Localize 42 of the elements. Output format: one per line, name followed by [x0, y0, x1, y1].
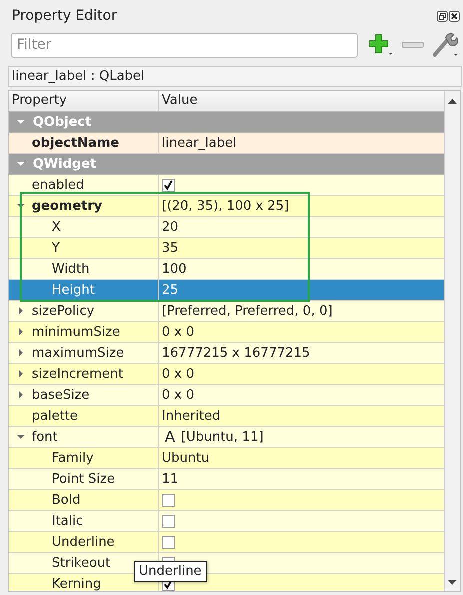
- panel-title: Property Editor: [12, 8, 118, 24]
- category-name: QObject: [33, 114, 92, 130]
- property-name: Y: [52, 240, 60, 256]
- property-name: Underline: [52, 534, 115, 550]
- property-value: Ubuntu: [162, 450, 210, 466]
- property-value: 20: [162, 220, 179, 234]
- property-name: Kerning: [52, 576, 102, 591]
- property-name: geometry: [32, 198, 103, 214]
- property-value: 0 x 0: [162, 324, 194, 340]
- property-value: Inherited: [162, 408, 221, 424]
- tooltip: Underline: [134, 561, 207, 582]
- object-label: linear_label : QLabel: [8, 66, 462, 87]
- property-name: Italic: [52, 514, 84, 528]
- property-name: sizeIncrement: [32, 366, 124, 382]
- property-name: minimumSize: [32, 324, 120, 340]
- property-value: 0 x 0: [162, 366, 194, 382]
- property-name: enabled: [32, 178, 84, 192]
- property-name: palette: [32, 408, 78, 424]
- property-value: [(20, 35), 100 x 25]: [162, 198, 290, 214]
- property-name: X: [52, 220, 61, 234]
- property-name: baseSize: [32, 388, 90, 402]
- property-name: Strikeout: [52, 556, 111, 570]
- property-name: Width: [52, 262, 90, 276]
- property-value: 25: [162, 282, 179, 298]
- property-value: 0 x 0: [162, 388, 194, 402]
- property-value: 100: [162, 262, 187, 276]
- property-name: Family: [52, 450, 94, 466]
- property-value: 11: [162, 472, 179, 486]
- property-value: 16777215 x 16777215: [162, 346, 310, 360]
- property-value: [Preferred, Preferred, 0, 0]: [162, 304, 333, 318]
- property-value: 35: [162, 240, 179, 256]
- property-value: [Ubuntu, 11]: [181, 430, 264, 444]
- category-name: QWidget: [33, 156, 96, 172]
- property-name: Bold: [52, 492, 81, 508]
- property-name: sizePolicy: [32, 304, 95, 318]
- property-value: linear_label: [162, 136, 237, 150]
- property-name: objectName: [32, 136, 120, 150]
- font-preview-glyph: A: [165, 428, 176, 446]
- property-name: maximumSize: [32, 346, 124, 360]
- property-name: Point Size: [52, 472, 116, 486]
- property-name: font: [32, 430, 58, 444]
- property-name: Height: [52, 282, 95, 298]
